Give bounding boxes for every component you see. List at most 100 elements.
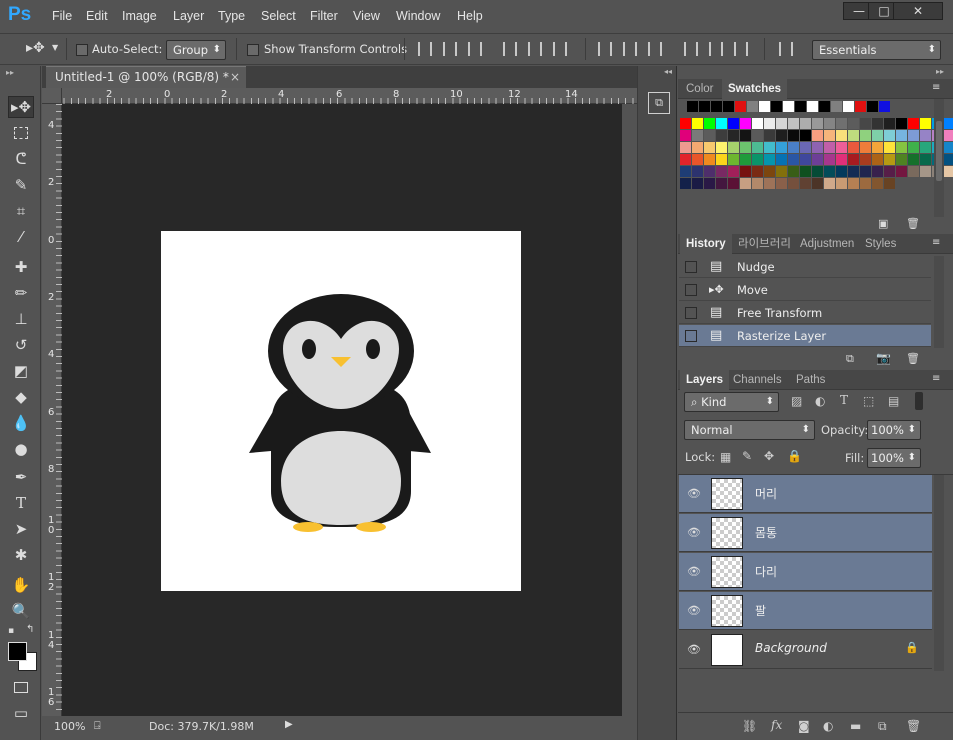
collapse-icon[interactable]: ◂◂ — [664, 67, 672, 76]
blur-tool-icon[interactable]: 💧 — [8, 412, 34, 434]
color-swatch[interactable] — [824, 118, 835, 129]
visibility-eye-icon[interactable]: 👁 — [687, 526, 701, 539]
filter-pixel-icon[interactable]: ▨ — [791, 394, 802, 408]
color-swatch[interactable] — [908, 118, 919, 129]
tab-libraries[interactable]: 라이브러리 — [732, 234, 797, 254]
tab-styles[interactable]: Styles — [859, 234, 902, 254]
color-swatch[interactable] — [728, 166, 739, 177]
color-swatch[interactable] — [920, 142, 931, 153]
layer-row[interactable]: 👁 몸통 — [679, 514, 932, 552]
color-swatch[interactable] — [860, 118, 871, 129]
dodge-tool-icon[interactable]: ● — [8, 438, 34, 460]
color-swatch[interactable] — [824, 130, 835, 141]
color-swatch[interactable] — [728, 118, 739, 129]
color-swatch[interactable] — [764, 118, 775, 129]
color-swatch[interactable] — [800, 166, 811, 177]
color-swatch[interactable] — [879, 101, 890, 112]
menu-type[interactable]: Type — [218, 9, 245, 23]
new-layer-icon[interactable]: ⧉ — [878, 719, 887, 734]
color-swatch[interactable] — [836, 142, 847, 153]
menu-select[interactable]: Select — [261, 9, 296, 23]
color-swatch[interactable] — [860, 178, 871, 189]
move-tool-icon[interactable]: ▸✥ — [8, 96, 34, 118]
filter-toggle[interactable] — [915, 392, 923, 410]
color-swatch[interactable] — [764, 154, 775, 165]
layers-scrollbar[interactable] — [934, 475, 944, 671]
add-mask-icon[interactable]: ◙ — [798, 719, 810, 733]
color-swatch[interactable] — [908, 130, 919, 141]
color-swatch[interactable] — [788, 130, 799, 141]
paint-bucket-icon[interactable]: ◆ — [8, 386, 34, 408]
color-swatch[interactable] — [944, 118, 953, 129]
color-swatch[interactable] — [800, 118, 811, 129]
distribute-left-icon[interactable] — [684, 42, 698, 56]
align-vcenter-icon[interactable] — [443, 42, 457, 56]
color-swatch[interactable] — [944, 166, 953, 177]
color-swatch[interactable] — [704, 178, 715, 189]
history-brush-icon[interactable]: ↺ — [8, 334, 34, 356]
distribute-right-icon[interactable] — [734, 42, 748, 56]
menu-help[interactable]: Help — [457, 9, 483, 23]
tab-layers[interactable]: Layers — [680, 370, 730, 390]
layer-style-icon[interactable]: fx — [771, 718, 782, 732]
color-swatch[interactable] — [812, 118, 823, 129]
color-swatch[interactable] — [848, 142, 859, 153]
history-item[interactable]: ▤ Free Transform — [679, 302, 931, 324]
color-swatch[interactable] — [807, 101, 818, 112]
align-hcenter-icon[interactable] — [528, 42, 542, 56]
color-swatch[interactable] — [759, 101, 770, 112]
new-adjustment-icon[interactable]: ◐ — [823, 719, 833, 733]
color-swatch[interactable] — [884, 178, 895, 189]
color-swatch[interactable] — [692, 178, 703, 189]
layer-row-background[interactable]: 👁 Background 🔒 — [679, 631, 932, 669]
color-swatch[interactable] — [776, 166, 787, 177]
tab-adjustments[interactable]: Adjustmen — [794, 234, 860, 254]
color-swatch[interactable] — [704, 142, 715, 153]
color-swatch[interactable] — [860, 166, 871, 177]
color-swatch[interactable] — [740, 154, 751, 165]
document-tab[interactable]: Untitled-1 @ 100% (RGB/8) * × — [46, 66, 246, 88]
color-swatch[interactable] — [711, 101, 722, 112]
fill-input[interactable]: 100% — [867, 448, 921, 468]
menu-layer[interactable]: Layer — [173, 9, 204, 23]
zoom-level[interactable]: 100% — [54, 720, 85, 733]
visibility-eye-icon[interactable]: 👁 — [687, 487, 701, 500]
color-swatch[interactable] — [795, 101, 806, 112]
zoom-tool-icon[interactable]: 🔍 — [8, 600, 34, 622]
color-swatch[interactable] — [692, 130, 703, 141]
export-icon[interactable]: ⍈ — [94, 719, 101, 733]
snapshot-checkbox[interactable] — [685, 284, 697, 296]
color-swatch[interactable] — [819, 101, 830, 112]
ruler-origin[interactable] — [42, 88, 62, 104]
color-swatch[interactable] — [920, 154, 931, 165]
auto-select-dropdown[interactable]: Group — [166, 40, 226, 60]
close-tab-icon[interactable]: × — [230, 67, 240, 87]
color-swatch[interactable] — [836, 154, 847, 165]
color-swatch[interactable] — [776, 142, 787, 153]
layer-row[interactable]: 👁 팔 — [679, 592, 932, 630]
color-swatch[interactable] — [704, 166, 715, 177]
status-menu-arrow-icon[interactable]: ▶ — [285, 719, 293, 730]
layer-row[interactable]: 👁 머리 — [679, 475, 932, 513]
properties-panel-icon[interactable]: ⧉ — [648, 92, 670, 114]
color-swatch[interactable] — [908, 154, 919, 165]
color-swatch[interactable] — [800, 154, 811, 165]
color-swatch[interactable] — [776, 178, 787, 189]
marquee-tool-icon[interactable] — [8, 122, 34, 144]
color-swatch[interactable] — [680, 166, 691, 177]
color-swatch[interactable] — [867, 101, 878, 112]
color-swatch[interactable] — [831, 101, 842, 112]
color-swatch[interactable] — [812, 154, 823, 165]
color-swatch[interactable] — [699, 101, 710, 112]
color-swatch[interactable] — [680, 178, 691, 189]
brush-tool-icon[interactable]: ✏ — [8, 282, 34, 304]
auto-align-icon[interactable] — [779, 42, 793, 56]
color-swatch[interactable] — [692, 142, 703, 153]
color-swatch[interactable] — [920, 130, 931, 141]
color-swatch[interactable] — [704, 118, 715, 129]
color-swatch[interactable] — [824, 178, 835, 189]
color-swatch[interactable] — [812, 130, 823, 141]
color-swatch[interactable] — [836, 118, 847, 129]
new-swatch-icon[interactable]: ▣ — [878, 217, 888, 230]
history-item[interactable]: ▤ Nudge — [679, 256, 931, 278]
